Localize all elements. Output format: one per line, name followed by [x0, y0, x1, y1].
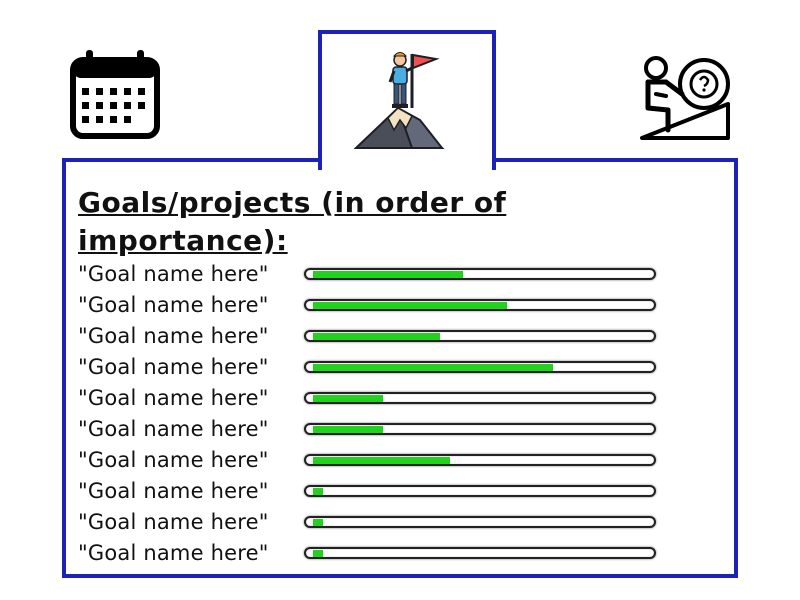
goal-name: "Goal name here"	[78, 541, 269, 565]
goal-name: "Goal name here"	[78, 510, 269, 534]
goal-name: "Goal name here"	[78, 355, 269, 379]
goal-row[interactable]: "Goal name here"	[66, 260, 726, 291]
goal-name: "Goal name here"	[78, 324, 269, 348]
goal-list: "Goal name here" "Goal name here" "Goal na…	[66, 260, 726, 570]
goal-row[interactable]: "Goal name here"	[66, 508, 726, 539]
goal-name: "Goal name here"	[78, 262, 269, 286]
tab-goals-active[interactable]	[318, 30, 496, 170]
goal-progress-fill	[313, 488, 323, 495]
goal-name: "Goal name here"	[78, 479, 269, 503]
goal-row[interactable]: "Goal name here"	[66, 477, 726, 508]
goal-progress-bar	[304, 361, 656, 373]
goal-progress-bar	[304, 330, 656, 342]
goal-row[interactable]: "Goal name here"	[66, 353, 726, 384]
goal-progress-bar	[304, 454, 656, 466]
goal-row[interactable]: "Goal name here"	[66, 446, 726, 477]
goal-row[interactable]: "Goal name here"	[66, 291, 726, 322]
goal-row[interactable]: "Goal name here"	[66, 384, 726, 415]
goal-progress-bar	[304, 299, 656, 311]
goal-name: "Goal name here"	[78, 386, 269, 410]
goal-progress-fill	[313, 457, 450, 464]
goal-name: "Goal name here"	[78, 293, 269, 317]
calendar-icon[interactable]	[68, 48, 162, 142]
goal-progress-bar	[304, 516, 656, 528]
goal-progress-fill	[313, 395, 383, 402]
panel-title: Goals/projects (in order of importance):	[78, 186, 507, 257]
goal-row[interactable]: "Goal name here"	[66, 415, 726, 446]
goal-progress-fill	[313, 302, 507, 309]
goal-progress-bar	[304, 423, 656, 435]
goal-name: "Goal name here"	[78, 417, 269, 441]
goal-progress-bar	[304, 485, 656, 497]
goals-panel: Goals/projects (in order of importance):…	[62, 158, 738, 578]
goal-progress-bar	[304, 392, 656, 404]
goal-progress-bar	[304, 547, 656, 559]
goal-progress-fill	[313, 333, 440, 340]
goals-app: Goals/projects (in order of importance):…	[0, 0, 800, 600]
goal-progress-fill	[313, 364, 553, 371]
climber-pushing-boulder-icon[interactable]	[638, 50, 734, 144]
goal-progress-fill	[313, 519, 323, 526]
goal-progress-bar	[304, 268, 656, 280]
goal-progress-fill	[313, 550, 323, 557]
goal-name: "Goal name here"	[78, 448, 269, 472]
goal-progress-fill	[313, 271, 463, 278]
goal-row[interactable]: "Goal name here"	[66, 322, 726, 353]
mountain-summit-flag-icon	[353, 52, 445, 149]
goal-row[interactable]: "Goal name here"	[66, 539, 726, 570]
goal-progress-fill	[313, 426, 383, 433]
